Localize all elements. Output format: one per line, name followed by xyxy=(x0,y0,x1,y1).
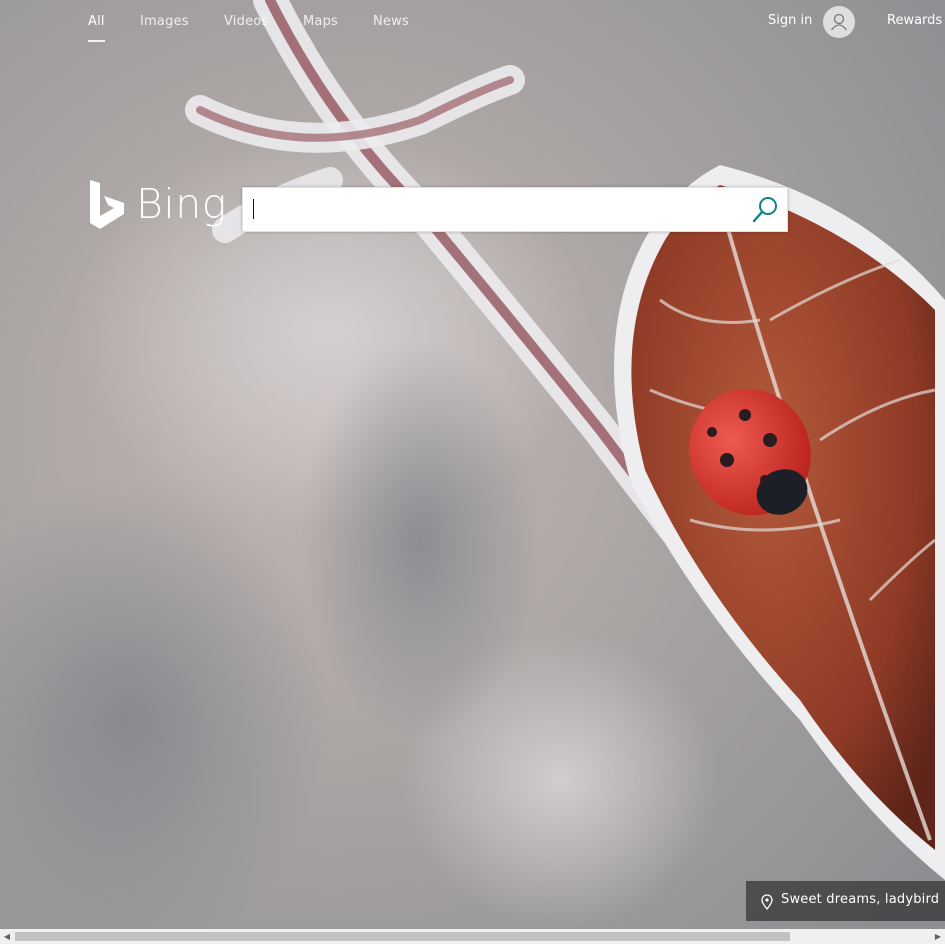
search-input[interactable] xyxy=(251,194,743,227)
background-image xyxy=(0,0,945,930)
horizontal-scrollbar[interactable]: ◀ ▶ xyxy=(0,929,945,944)
search-box xyxy=(242,187,788,232)
nav-tab-all[interactable]: All xyxy=(88,14,105,42)
active-tab-indicator xyxy=(88,40,105,42)
text-cursor xyxy=(253,199,254,219)
scrollbar-thumb[interactable] xyxy=(15,932,790,941)
nav-tab-images[interactable]: Images xyxy=(140,14,189,29)
bing-b-icon xyxy=(90,180,124,229)
nav-tab-videos[interactable]: Videos xyxy=(224,14,268,29)
scroll-right-arrow-icon[interactable]: ▶ xyxy=(931,929,945,944)
bing-logo[interactable]: Bing xyxy=(88,178,226,232)
search-icon xyxy=(752,197,777,223)
nav-tab-maps[interactable]: Maps xyxy=(303,14,338,29)
caption-text: Sweet dreams, ladybird xyxy=(781,892,940,907)
location-pin-icon xyxy=(761,894,773,910)
scroll-left-arrow-icon[interactable]: ◀ xyxy=(0,929,14,944)
sign-in-link[interactable]: Sign in xyxy=(768,13,812,28)
logo-wordmark: Bing xyxy=(136,180,227,228)
bing-homepage: All Images Videos Maps News Sign in Rewa… xyxy=(0,0,945,944)
nav-tab-label: All xyxy=(88,14,105,29)
top-nav: All Images Videos Maps News Sign in Rewa… xyxy=(0,0,945,45)
user-icon[interactable] xyxy=(823,6,855,38)
search-button[interactable] xyxy=(749,194,781,226)
image-caption[interactable]: Sweet dreams, ladybird xyxy=(746,881,945,921)
rewards-link[interactable]: Rewards xyxy=(887,13,942,28)
nav-tab-news[interactable]: News xyxy=(373,14,409,29)
